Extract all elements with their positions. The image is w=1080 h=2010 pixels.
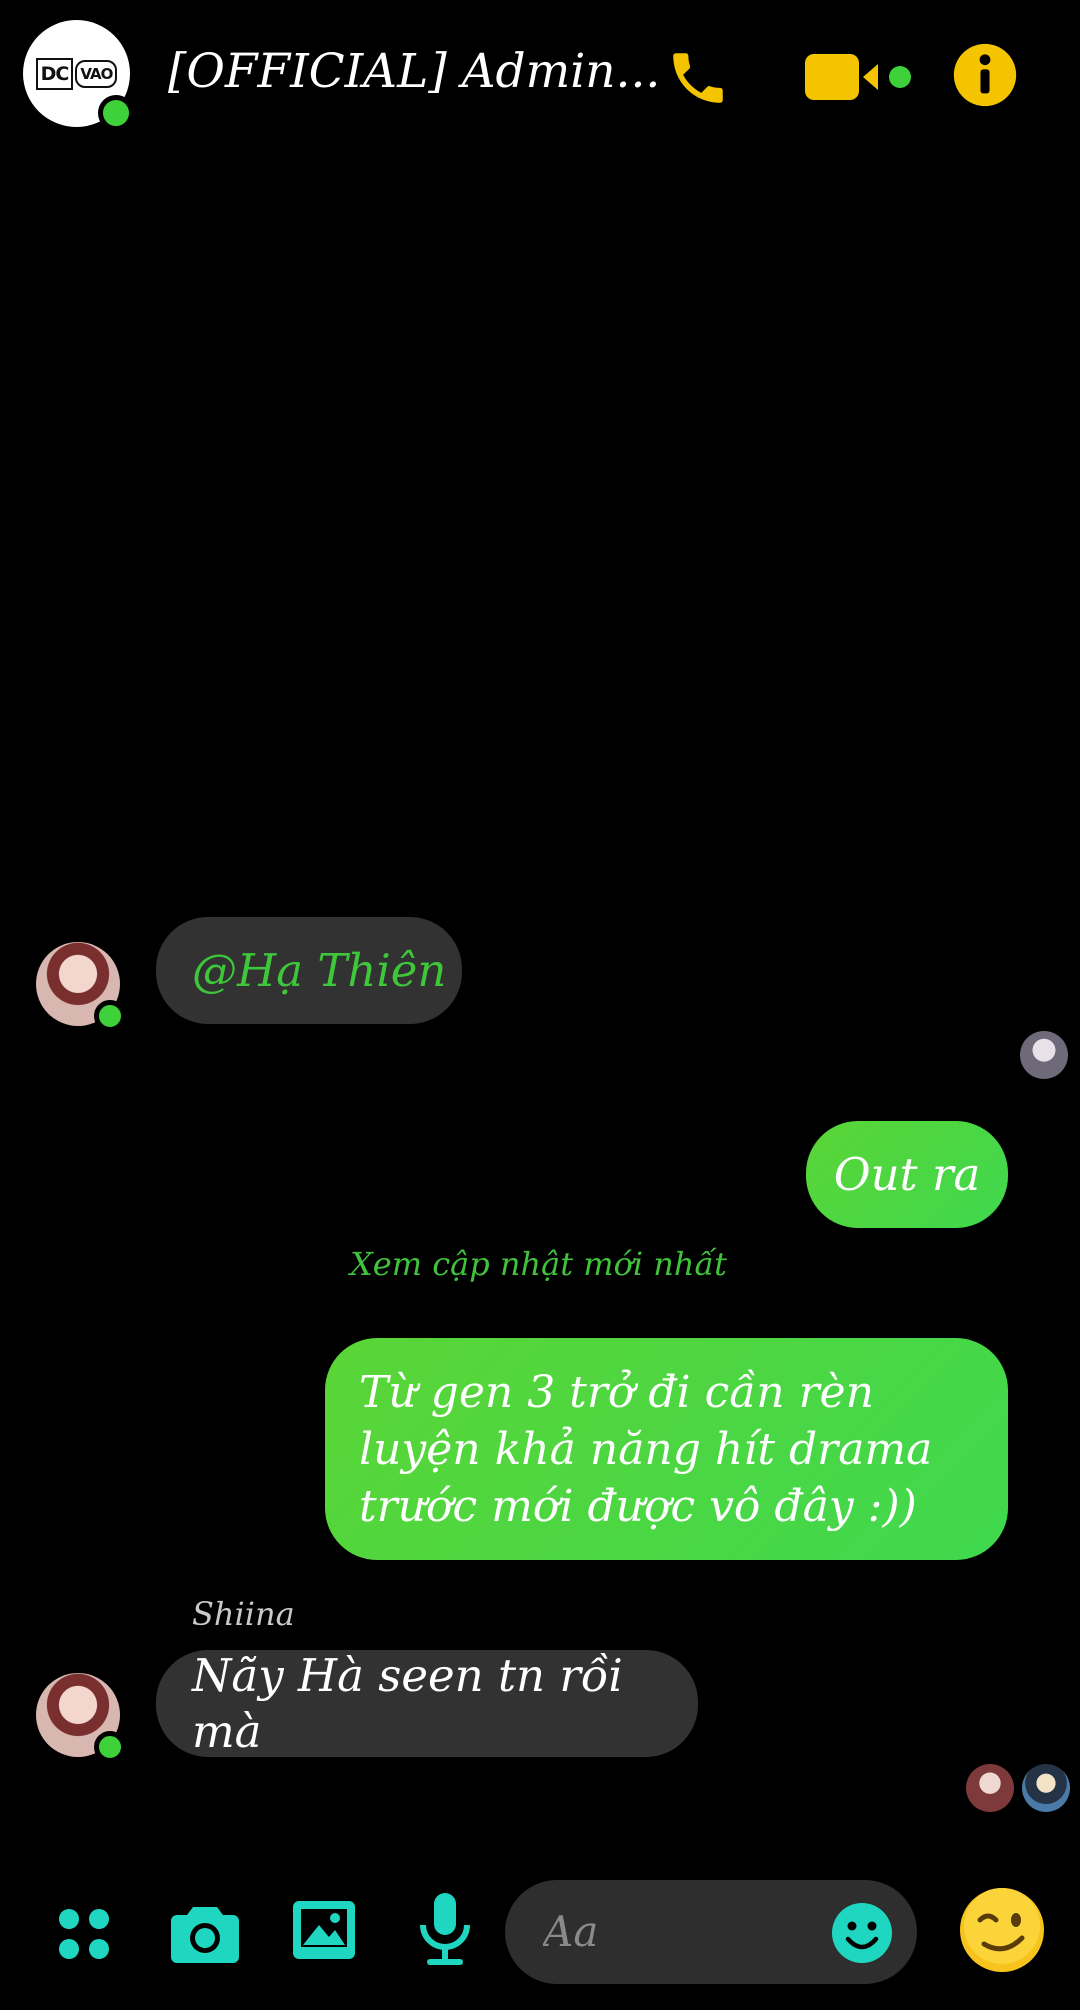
logo-text-right: VAO xyxy=(75,59,118,88)
message-bubble-outgoing[interactable]: Từ gen 3 trở đi cần rèn luyện khả năng h… xyxy=(325,1338,1008,1560)
seen-avatar xyxy=(1022,1764,1070,1812)
info-icon[interactable] xyxy=(950,40,1020,110)
video-icon[interactable] xyxy=(800,44,915,110)
conversation-title[interactable]: [OFFICIAL] Admin... xyxy=(168,44,660,99)
online-status-dot xyxy=(98,95,134,131)
image-icon[interactable] xyxy=(288,1894,360,1966)
message-text: Nãy Hà seen tn rồi mà xyxy=(192,1648,623,1758)
message-bubble-incoming[interactable]: @Hạ Thiên xyxy=(156,917,462,1024)
phone-icon[interactable] xyxy=(660,40,735,115)
latest-update-link[interactable]: Xem cập nhật mới nhất xyxy=(350,1245,727,1283)
seen-avatar xyxy=(966,1764,1014,1812)
message-composer[interactable] xyxy=(505,1880,917,1984)
group-logo: DC VAO xyxy=(35,57,118,90)
emoji-icon[interactable] xyxy=(829,1900,895,1966)
online-status-dot xyxy=(94,1731,126,1763)
seen-avatar xyxy=(1020,1031,1068,1079)
message-bubble-incoming[interactable]: Nãy Hà seen tn rồi mà xyxy=(156,1648,698,1758)
message-text: Out ra xyxy=(833,1147,981,1201)
sender-name: Shiina xyxy=(192,1595,295,1633)
camera-icon[interactable] xyxy=(165,1895,245,1970)
message-bubble-outgoing[interactable]: Out ra xyxy=(806,1121,1008,1228)
message-input[interactable] xyxy=(541,1900,795,1962)
logo-text-left: DC xyxy=(35,57,74,90)
message-text: Từ gen 3 trở đi cần rèn luyện khả năng h… xyxy=(359,1366,933,1532)
mention-text[interactable]: @Hạ Thiên xyxy=(192,943,446,999)
wink-emoji-icon[interactable] xyxy=(957,1885,1047,1975)
apps-icon[interactable] xyxy=(50,1900,118,1968)
microphone-icon[interactable] xyxy=(410,1890,480,1970)
online-status-dot xyxy=(94,1000,126,1032)
